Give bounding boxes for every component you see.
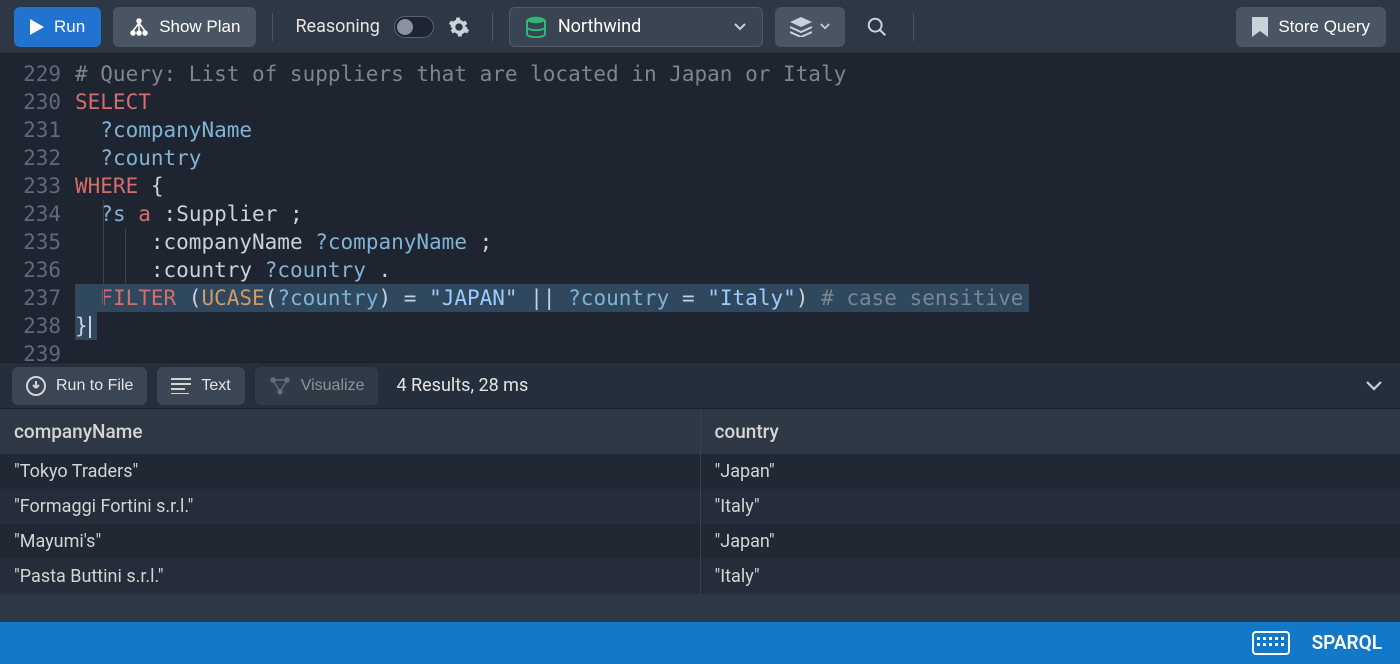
line-number: 232 <box>0 144 61 172</box>
line-number: 239 <box>0 340 61 362</box>
toolbar-separator <box>492 13 493 41</box>
search-button[interactable] <box>857 7 897 47</box>
results-status: 4 Results, 28 ms <box>396 375 528 396</box>
code-line[interactable]: # Query: List of suppliers that are loca… <box>75 60 1400 88</box>
table-row[interactable]: "Formaggi Fortini s.r.l.""Italy" <box>0 489 1400 524</box>
download-circle-icon <box>26 376 46 396</box>
keyboard-icon[interactable] <box>1252 631 1290 655</box>
line-number: 231 <box>0 116 61 144</box>
line-number: 230 <box>0 88 61 116</box>
line-number-gutter: 229230231232233234235236237238239 <box>0 60 75 362</box>
table-row[interactable]: "Mayumi's""Japan" <box>0 524 1400 559</box>
code-line[interactable]: FILTER (UCASE(?country) = "JAPAN" || ?co… <box>75 284 1400 312</box>
column-header[interactable]: country <box>701 409 1400 454</box>
text-view-button[interactable]: Text <box>157 367 244 405</box>
play-icon <box>30 19 44 35</box>
status-bar: SPARQL <box>0 622 1400 664</box>
visualize-label: Visualize <box>301 377 365 395</box>
run-to-file-button[interactable]: Run to File <box>12 367 147 405</box>
results-footer-spacer <box>0 594 1400 622</box>
reasoning-label: Reasoning <box>295 16 379 37</box>
code-line[interactable]: ?s a :Supplier ; <box>75 200 1400 228</box>
toolbar-separator <box>913 13 914 41</box>
text-lines-icon <box>171 378 191 394</box>
table-row[interactable]: "Pasta Buttini s.r.l.""Italy" <box>0 559 1400 594</box>
database-icon <box>526 16 546 38</box>
line-number: 236 <box>0 256 61 284</box>
chevron-down-icon <box>734 23 746 31</box>
results-panel: companyNamecountry"Tokyo Traders""Japan"… <box>0 409 1400 664</box>
plan-graph-icon <box>129 17 149 37</box>
search-icon <box>866 16 888 38</box>
show-plan-button[interactable]: Show Plan <box>113 7 256 47</box>
code-line[interactable]: } <box>75 312 1400 340</box>
results-table[interactable]: companyNamecountry"Tokyo Traders""Japan"… <box>0 409 1400 594</box>
visualize-button[interactable]: Visualize <box>255 367 379 405</box>
reasoning-control: Reasoning <box>289 16 475 38</box>
language-indicator[interactable]: SPARQL <box>1312 631 1382 654</box>
database-selector[interactable]: Northwind <box>509 7 763 47</box>
code-line[interactable]: SELECT <box>75 88 1400 116</box>
toolbar-separator <box>272 13 273 41</box>
results-toolbar: Run to File Text Visualize 4 Results, 28… <box>0 362 1400 409</box>
line-number: 229 <box>0 60 61 88</box>
table-cell: "Italy" <box>701 489 1400 524</box>
chevron-down-icon[interactable] <box>1360 375 1388 397</box>
line-number: 237 <box>0 284 61 312</box>
line-number: 234 <box>0 200 61 228</box>
store-query-button[interactable]: Store Query <box>1236 7 1386 47</box>
bookmark-icon <box>1252 17 1268 37</box>
line-number: 233 <box>0 172 61 200</box>
table-cell: "Pasta Buttini s.r.l." <box>0 559 701 594</box>
table-cell: "Formaggi Fortini s.r.l." <box>0 489 701 524</box>
table-cell: "Japan" <box>701 524 1400 559</box>
run-button[interactable]: Run <box>14 7 101 47</box>
code-editor[interactable]: 229230231232233234235236237238239 # Quer… <box>0 54 1400 362</box>
show-plan-label: Show Plan <box>159 17 240 37</box>
run-to-file-label: Run to File <box>56 377 133 395</box>
layers-dropdown-button[interactable] <box>775 7 845 47</box>
code-line[interactable]: WHERE { <box>75 172 1400 200</box>
table-cell: "Italy" <box>701 559 1400 594</box>
database-name: Northwind <box>558 16 722 37</box>
chevron-down-icon <box>820 23 830 30</box>
code-line[interactable]: :country ?country . <box>75 256 1400 284</box>
gear-icon[interactable] <box>448 16 470 38</box>
table-cell: "Japan" <box>701 454 1400 489</box>
column-header[interactable]: companyName <box>0 409 701 454</box>
graph-nodes-icon <box>269 376 291 396</box>
app-toolbar: Run Show Plan Reasoning <box>0 0 1400 54</box>
text-view-label: Text <box>201 377 230 395</box>
line-number: 235 <box>0 228 61 256</box>
store-query-label: Store Query <box>1278 17 1370 37</box>
table-cell: "Mayumi's" <box>0 524 701 559</box>
code-line[interactable]: :companyName ?companyName ; <box>75 228 1400 256</box>
code-area[interactable]: # Query: List of suppliers that are loca… <box>75 60 1400 362</box>
code-line[interactable]: ?companyName <box>75 116 1400 144</box>
reasoning-toggle[interactable] <box>394 16 434 38</box>
line-number: 238 <box>0 312 61 340</box>
code-line[interactable]: ?country <box>75 144 1400 172</box>
layers-icon <box>790 17 812 37</box>
run-button-label: Run <box>54 17 85 37</box>
table-row[interactable]: "Tokyo Traders""Japan" <box>0 454 1400 489</box>
code-line[interactable] <box>75 340 1400 362</box>
table-cell: "Tokyo Traders" <box>0 454 701 489</box>
